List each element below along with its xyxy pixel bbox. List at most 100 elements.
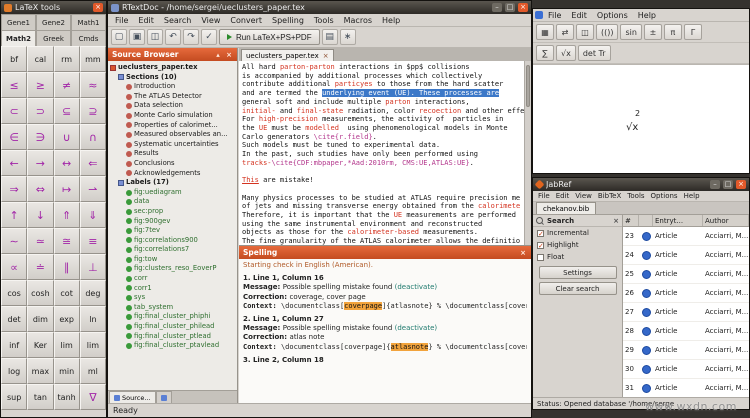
tree-item[interactable]: fig:7tev <box>108 226 237 236</box>
column-header[interactable]: # <box>623 215 639 226</box>
symbol-key[interactable]: ∩ <box>79 124 106 150</box>
symbol-key[interactable]: log <box>1 358 28 384</box>
symbol-key[interactable]: → <box>27 150 54 176</box>
menu-file[interactable]: File <box>110 16 133 25</box>
tree-item[interactable]: Conclusions <box>108 159 237 169</box>
checkbox-float[interactable]: Float <box>533 251 622 263</box>
symbol-key[interactable]: ⊂ <box>1 98 28 124</box>
tree-item[interactable]: Monte Carlo simulation <box>108 111 237 121</box>
tab-greek[interactable]: Greek <box>36 30 71 46</box>
table-row[interactable]: 26 Article Acciarri, M... <box>623 284 749 303</box>
tree-item[interactable]: corr <box>108 274 237 284</box>
symbol-key[interactable]: inf <box>1 332 28 358</box>
table-row[interactable]: 27 Article Acciarri, M... <box>623 303 749 322</box>
symbol-key[interactable]: Ker <box>27 332 54 358</box>
tree-item[interactable]: data <box>108 197 237 207</box>
symbol-key[interactable]: ml <box>79 358 106 384</box>
bib-tab[interactable]: chekanov.bib <box>536 202 597 214</box>
tree-item[interactable]: Labels (17) <box>108 178 237 188</box>
tree-item[interactable]: fig:correlations900 <box>108 236 237 246</box>
table-row[interactable]: 25 Article Acciarri, M... <box>623 265 749 284</box>
tree-item[interactable]: fig:final_cluster_ptavlead <box>108 341 237 351</box>
symbol-key[interactable]: ∋ <box>27 124 54 150</box>
menu-help[interactable]: Help <box>681 192 703 200</box>
tree-item[interactable]: Sections (10) <box>108 73 237 83</box>
symbol-key[interactable]: ∇ <box>79 384 106 410</box>
close-icon[interactable]: × <box>323 52 329 60</box>
symbol-key[interactable]: cosh <box>27 280 54 306</box>
menu-file[interactable]: File <box>535 192 553 200</box>
editor-tab[interactable]: ueclusters_paper.tex × <box>241 49 334 61</box>
deactivate-link[interactable]: (deactivate) <box>395 283 438 291</box>
menu-search[interactable]: Search <box>159 16 196 25</box>
symbol-key[interactable]: ↑ <box>1 202 28 228</box>
sin-button[interactable]: sin <box>620 24 642 40</box>
tab-gene1[interactable]: Gene1 <box>1 14 36 30</box>
symbol-key[interactable]: ⇓ <box>79 202 106 228</box>
menu-help[interactable]: Help <box>377 16 405 25</box>
symbol-key[interactable]: dim <box>27 306 54 332</box>
menu-bibtex[interactable]: BibTeX <box>595 192 624 200</box>
column-header[interactable]: Entryt... <box>653 215 703 226</box>
settings-icon[interactable]: ∗ <box>339 29 356 45</box>
panel-tab[interactable] <box>155 391 172 403</box>
symbol-key[interactable]: ≤ <box>1 72 28 98</box>
tree-item[interactable]: fig:tow <box>108 255 237 265</box>
symbol-key[interactable]: ≠ <box>53 72 80 98</box>
table-row[interactable]: 24 Article Acciarri, M... <box>623 246 749 265</box>
column-header[interactable]: Author <box>703 215 749 226</box>
tree-item[interactable]: fig:final_cluster_philead <box>108 322 237 332</box>
symbol-key[interactable]: exp <box>53 306 80 332</box>
symbol-key[interactable]: ⇒ <box>1 176 28 202</box>
gamma-button[interactable]: Γ <box>683 24 702 40</box>
open-icon[interactable]: ▣ <box>129 29 145 45</box>
symbol-key[interactable]: cal <box>27 46 54 72</box>
tab-cmds[interactable]: Cmds <box>71 30 106 46</box>
tree-item[interactable]: Properties of calorimet... <box>108 121 237 131</box>
symbol-key[interactable]: ∼ <box>1 228 28 254</box>
settings-button[interactable]: Settings <box>538 266 617 279</box>
save-icon[interactable]: ◫ <box>147 29 163 45</box>
symbol-key[interactable]: ⊥ <box>79 254 106 280</box>
column-header[interactable] <box>639 215 653 226</box>
undo-icon[interactable]: ↶ <box>165 29 181 45</box>
menu-edit[interactable]: Edit <box>133 16 159 25</box>
symbol-key[interactable]: ⇐ <box>79 150 106 176</box>
tree-item[interactable]: fig:correlations7 <box>108 245 237 255</box>
symbol-key[interactable]: rm <box>53 46 80 72</box>
tree-item[interactable]: Data selection <box>108 101 237 111</box>
rtextdoc-titlebar[interactable]: RTextDoc - /home/sergei/ueclusters_paper… <box>108 1 531 14</box>
tree-item[interactable]: Results <box>108 149 237 159</box>
det-tr-button[interactable]: det Tr <box>577 45 611 61</box>
pi-button[interactable]: π <box>663 24 682 40</box>
tree-item[interactable]: Measured observables an... <box>108 130 237 140</box>
clear-search-button[interactable]: Clear search <box>538 282 617 295</box>
menu-convert[interactable]: Convert <box>225 16 267 25</box>
tab-gene2[interactable]: Gene2 <box>36 14 71 30</box>
tab-math1[interactable]: Math1 <box>71 14 106 30</box>
close-icon[interactable]: × <box>518 3 528 12</box>
symbol-key[interactable]: ⊆ <box>53 98 80 124</box>
sum-button[interactable]: ∑ <box>536 45 554 61</box>
minimize-icon[interactable]: – <box>492 3 502 12</box>
symbol-key[interactable]: ≅ <box>53 228 80 254</box>
tab-math2[interactable]: Math2 <box>1 30 36 46</box>
symbol-key[interactable]: tanh <box>53 384 80 410</box>
maximize-icon[interactable]: □ <box>505 3 515 12</box>
symbol-key[interactable]: ↦ <box>53 176 80 202</box>
latex-tools-titlebar[interactable]: LaTeX tools × <box>1 1 106 14</box>
menu-macros[interactable]: Macros <box>339 16 377 25</box>
symbol-key[interactable]: ↔ <box>53 150 80 176</box>
panel-tab[interactable]: Source... <box>109 391 156 403</box>
symbol-key[interactable]: mm <box>79 46 106 72</box>
symbol-key[interactable]: sup <box>1 384 28 410</box>
symbol-key[interactable]: min <box>53 358 80 384</box>
close-icon[interactable]: × <box>225 51 233 59</box>
tree-item[interactable]: fig:900gev <box>108 217 237 227</box>
parentheses-button[interactable]: (()) <box>596 24 619 40</box>
symbol-key[interactable]: cot <box>53 280 80 306</box>
symbol-key[interactable]: ∪ <box>53 124 80 150</box>
save-icon[interactable]: ◫ <box>576 24 594 40</box>
tree-item[interactable]: Introduction <box>108 82 237 92</box>
symbol-key[interactable]: ← <box>1 150 28 176</box>
